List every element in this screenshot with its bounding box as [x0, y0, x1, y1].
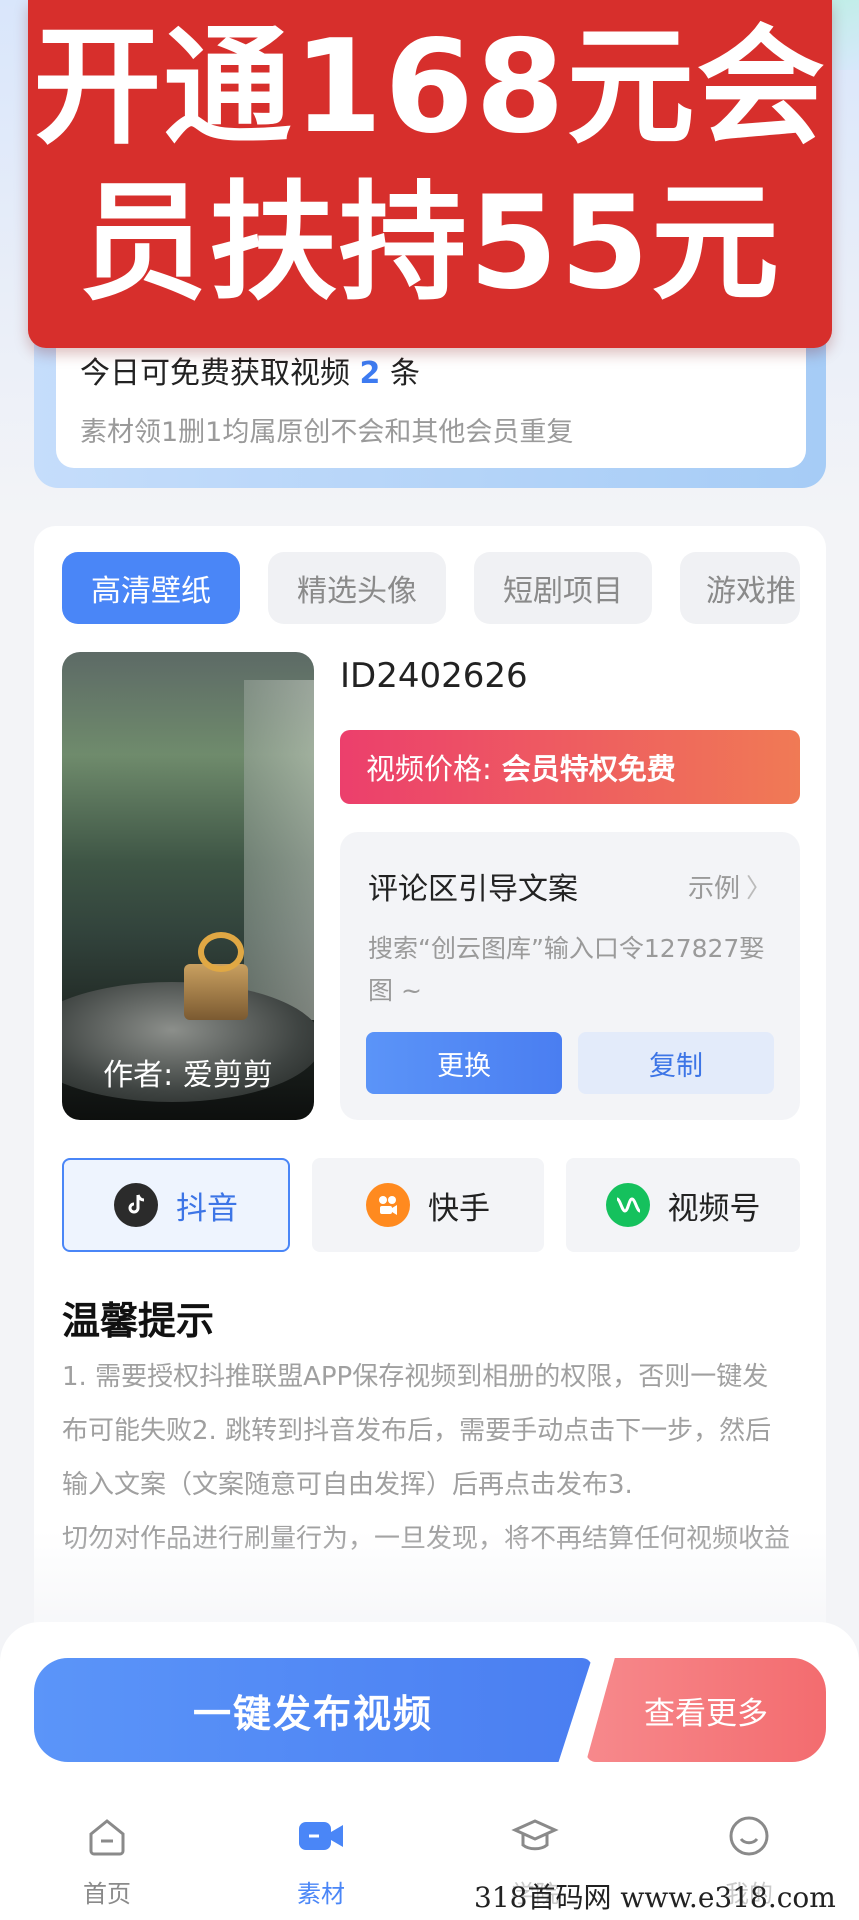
platform-kuaishou[interactable]: 快手 — [312, 1158, 544, 1252]
free-quota-subtitle: 素材领1删1均属原创不会和其他会员重复 — [80, 417, 574, 448]
promo-banner: 开通168元会 员扶持55元 — [28, 0, 832, 348]
promo-line-2: 员扶持55元 — [78, 169, 782, 318]
view-more-button[interactable]: 查看更多 — [586, 1658, 826, 1762]
promo-line-1: 开通168元会 — [33, 13, 827, 162]
nav-materials[interactable]: 素材 — [261, 1812, 381, 1909]
free-quota-count: 2 — [359, 356, 381, 391]
kuaishou-icon — [366, 1183, 410, 1227]
thumbnail-window-light — [244, 680, 314, 1020]
comment-guide-title: 评论区引导文案 — [368, 872, 578, 907]
douyin-icon — [114, 1183, 158, 1227]
tips-title: 温馨提示 — [62, 1299, 215, 1343]
home-icon — [83, 1812, 131, 1860]
chevron-right-icon: 〉 — [746, 874, 773, 904]
price-value: 会员特权免费 — [501, 752, 676, 786]
smile-face-icon — [725, 1812, 773, 1860]
copy-button[interactable]: 复制 — [578, 1032, 774, 1094]
tab-short-drama[interactable]: 短剧项目 — [474, 552, 652, 624]
example-link[interactable]: 示例〉 — [688, 868, 772, 905]
thumbnail-cake — [184, 964, 248, 1020]
tab-wallpaper[interactable]: 高清壁纸 — [62, 552, 240, 624]
graduation-cap-icon — [511, 1812, 559, 1860]
comment-guide-text: 搜索“创云图库”输入口令127827娶图 ~ — [368, 934, 765, 1005]
price-banner: 视频价格: 会员特权免费 — [340, 730, 800, 804]
video-id: ID2402626 — [340, 656, 528, 696]
video-author: 作者: 爱剪剪 — [103, 1058, 273, 1093]
nav-home[interactable]: 首页 — [47, 1812, 167, 1909]
tips-paragraph-1: 1. 需要授权抖推联盟APP保存视频到相册的权限，否则一键发布可能失败2. 跳转… — [62, 1362, 772, 1500]
channels-icon — [605, 1183, 650, 1227]
video-camera-icon — [297, 1812, 345, 1860]
tab-game[interactable]: 游戏推 — [680, 552, 800, 624]
change-button[interactable]: 更换 — [366, 1032, 562, 1094]
site-watermark: 318首码网 www.e318.com — [470, 1876, 859, 1920]
free-quota-title: 今日可免费获取视频 2 条 — [80, 356, 420, 391]
platform-douyin[interactable]: 抖音 — [62, 1158, 290, 1252]
price-label: 视频价格: — [366, 752, 492, 786]
tab-avatar[interactable]: 精选头像 — [268, 552, 446, 624]
thumbnail-garnish — [198, 932, 244, 972]
video-thumbnail[interactable]: 作者: 爱剪剪 — [62, 652, 314, 1120]
platform-channels[interactable]: 视频号 — [566, 1158, 800, 1252]
publish-video-button[interactable]: 一键发布视频 — [34, 1658, 592, 1762]
